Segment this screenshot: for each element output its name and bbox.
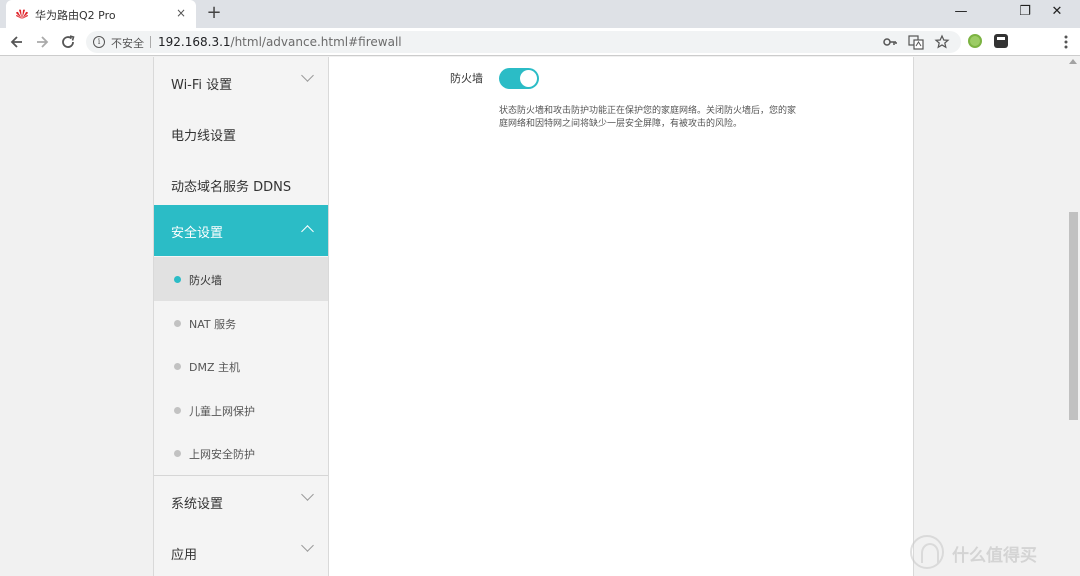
sidebar-item-apps[interactable]: 应用 bbox=[154, 527, 328, 576]
firewall-panel: 防火墙 状态防火墙和攻击防护功能正在保护您的家庭网络。关闭防火墙后，您的家庭网络… bbox=[329, 57, 914, 576]
url-host: 192.168.3.1 bbox=[158, 35, 231, 49]
sidebar-item-label: 安全设置 bbox=[171, 226, 224, 241]
scroll-up-icon[interactable] bbox=[1069, 59, 1077, 64]
subnav-item-firewall[interactable]: 防火墙 bbox=[154, 257, 328, 301]
subnav-item-label: DMZ 主机 bbox=[189, 361, 240, 374]
router-admin-page: Wi-Fi 设置 电力线设置 动态域名服务 DDNS 安全设置 防火墙 NAT … bbox=[0, 57, 1080, 576]
forward-icon[interactable] bbox=[32, 32, 52, 52]
tab-strip: 华为路由Q2 Pro × + — ❐ ✕ bbox=[0, 0, 1080, 28]
new-tab-button[interactable]: + bbox=[204, 3, 224, 23]
sidebar-item-security[interactable]: 安全设置 bbox=[154, 205, 328, 256]
star-icon[interactable] bbox=[934, 34, 950, 50]
huawei-logo-icon bbox=[16, 9, 28, 19]
sidebar-item-ddns[interactable]: 动态域名服务 DDNS bbox=[154, 159, 328, 210]
translate-icon[interactable] bbox=[908, 34, 924, 50]
back-icon[interactable] bbox=[7, 32, 27, 52]
watermark-text: 什么值得买 bbox=[952, 546, 1037, 566]
sidebar-item-wifi[interactable]: Wi-Fi 设置 bbox=[154, 57, 328, 108]
bullet-icon bbox=[174, 407, 181, 414]
subnav-item-label: 防火墙 bbox=[189, 274, 222, 287]
scrollbar-thumb[interactable] bbox=[1069, 212, 1078, 420]
bullet-icon bbox=[174, 276, 181, 283]
url-path: /html/advance.html#firewall bbox=[230, 35, 402, 49]
url-text[interactable]: 192.168.3.1/html/advance.html#firewall bbox=[158, 35, 402, 49]
sidebar-item-powerline[interactable]: 电力线设置 bbox=[154, 108, 328, 159]
chevron-down-icon bbox=[301, 69, 314, 82]
toggle-knob bbox=[520, 70, 537, 87]
browser-tab[interactable]: 华为路由Q2 Pro × bbox=[6, 0, 196, 28]
subnav-item-web-protection[interactable]: 上网安全防护 bbox=[154, 431, 328, 475]
divider bbox=[150, 36, 151, 48]
address-bar[interactable]: i 不安全 192.168.3.1/html/advance.html#fire… bbox=[86, 31, 961, 53]
chevron-up-icon bbox=[301, 225, 314, 238]
subnav-item-parental-control[interactable]: 儿童上网保护 bbox=[154, 388, 328, 432]
sidebar-item-label: 应用 bbox=[171, 548, 198, 563]
page-scrollbar[interactable] bbox=[1066, 57, 1080, 576]
subnav-item-dmz[interactable]: DMZ 主机 bbox=[154, 344, 328, 388]
bullet-icon bbox=[174, 363, 181, 370]
chevron-down-icon bbox=[301, 539, 314, 552]
sidebar-item-label: 动态域名服务 DDNS bbox=[171, 180, 292, 195]
minimize-button[interactable]: — bbox=[938, 0, 984, 24]
subnav-item-nat[interactable]: NAT 服务 bbox=[154, 301, 328, 345]
close-window-button[interactable]: ✕ bbox=[1034, 0, 1080, 24]
firewall-description: 状态防火墙和攻击防护功能正在保护您的家庭网络。关闭防火墙后，您的家庭网络和因特网… bbox=[499, 106, 797, 129]
info-icon[interactable]: i bbox=[93, 36, 105, 48]
extension-icon[interactable] bbox=[994, 34, 1008, 48]
reload-icon[interactable] bbox=[58, 32, 78, 52]
sidebar-item-system[interactable]: 系统设置 bbox=[154, 476, 328, 527]
sidebar-item-label: 系统设置 bbox=[171, 497, 224, 512]
firewall-toggle[interactable] bbox=[499, 68, 539, 89]
chevron-down-icon bbox=[301, 488, 314, 501]
extension-icon[interactable] bbox=[968, 34, 982, 48]
subnav-item-label: NAT 服务 bbox=[189, 318, 237, 331]
key-icon[interactable] bbox=[882, 34, 898, 50]
subnav-item-label: 儿童上网保护 bbox=[189, 405, 255, 418]
security-label[interactable]: 不安全 bbox=[111, 35, 144, 51]
bullet-icon bbox=[174, 450, 181, 457]
sidebar-item-label: 电力线设置 bbox=[171, 129, 237, 144]
smzdm-logo-icon bbox=[910, 535, 944, 569]
subnav-item-label: 上网安全防护 bbox=[189, 448, 255, 461]
close-tab-icon[interactable]: × bbox=[174, 6, 188, 20]
bullet-icon bbox=[174, 320, 181, 327]
sidebar-item-label: Wi-Fi 设置 bbox=[171, 78, 233, 93]
browser-toolbar: i 不安全 192.168.3.1/html/advance.html#fire… bbox=[0, 28, 1080, 56]
menu-icon[interactable] bbox=[1058, 32, 1074, 52]
settings-sidebar: Wi-Fi 设置 电力线设置 动态域名服务 DDNS 安全设置 防火墙 NAT … bbox=[153, 57, 329, 576]
tab-title: 华为路由Q2 Pro bbox=[35, 9, 116, 22]
firewall-label: 防火墙 bbox=[450, 72, 483, 85]
